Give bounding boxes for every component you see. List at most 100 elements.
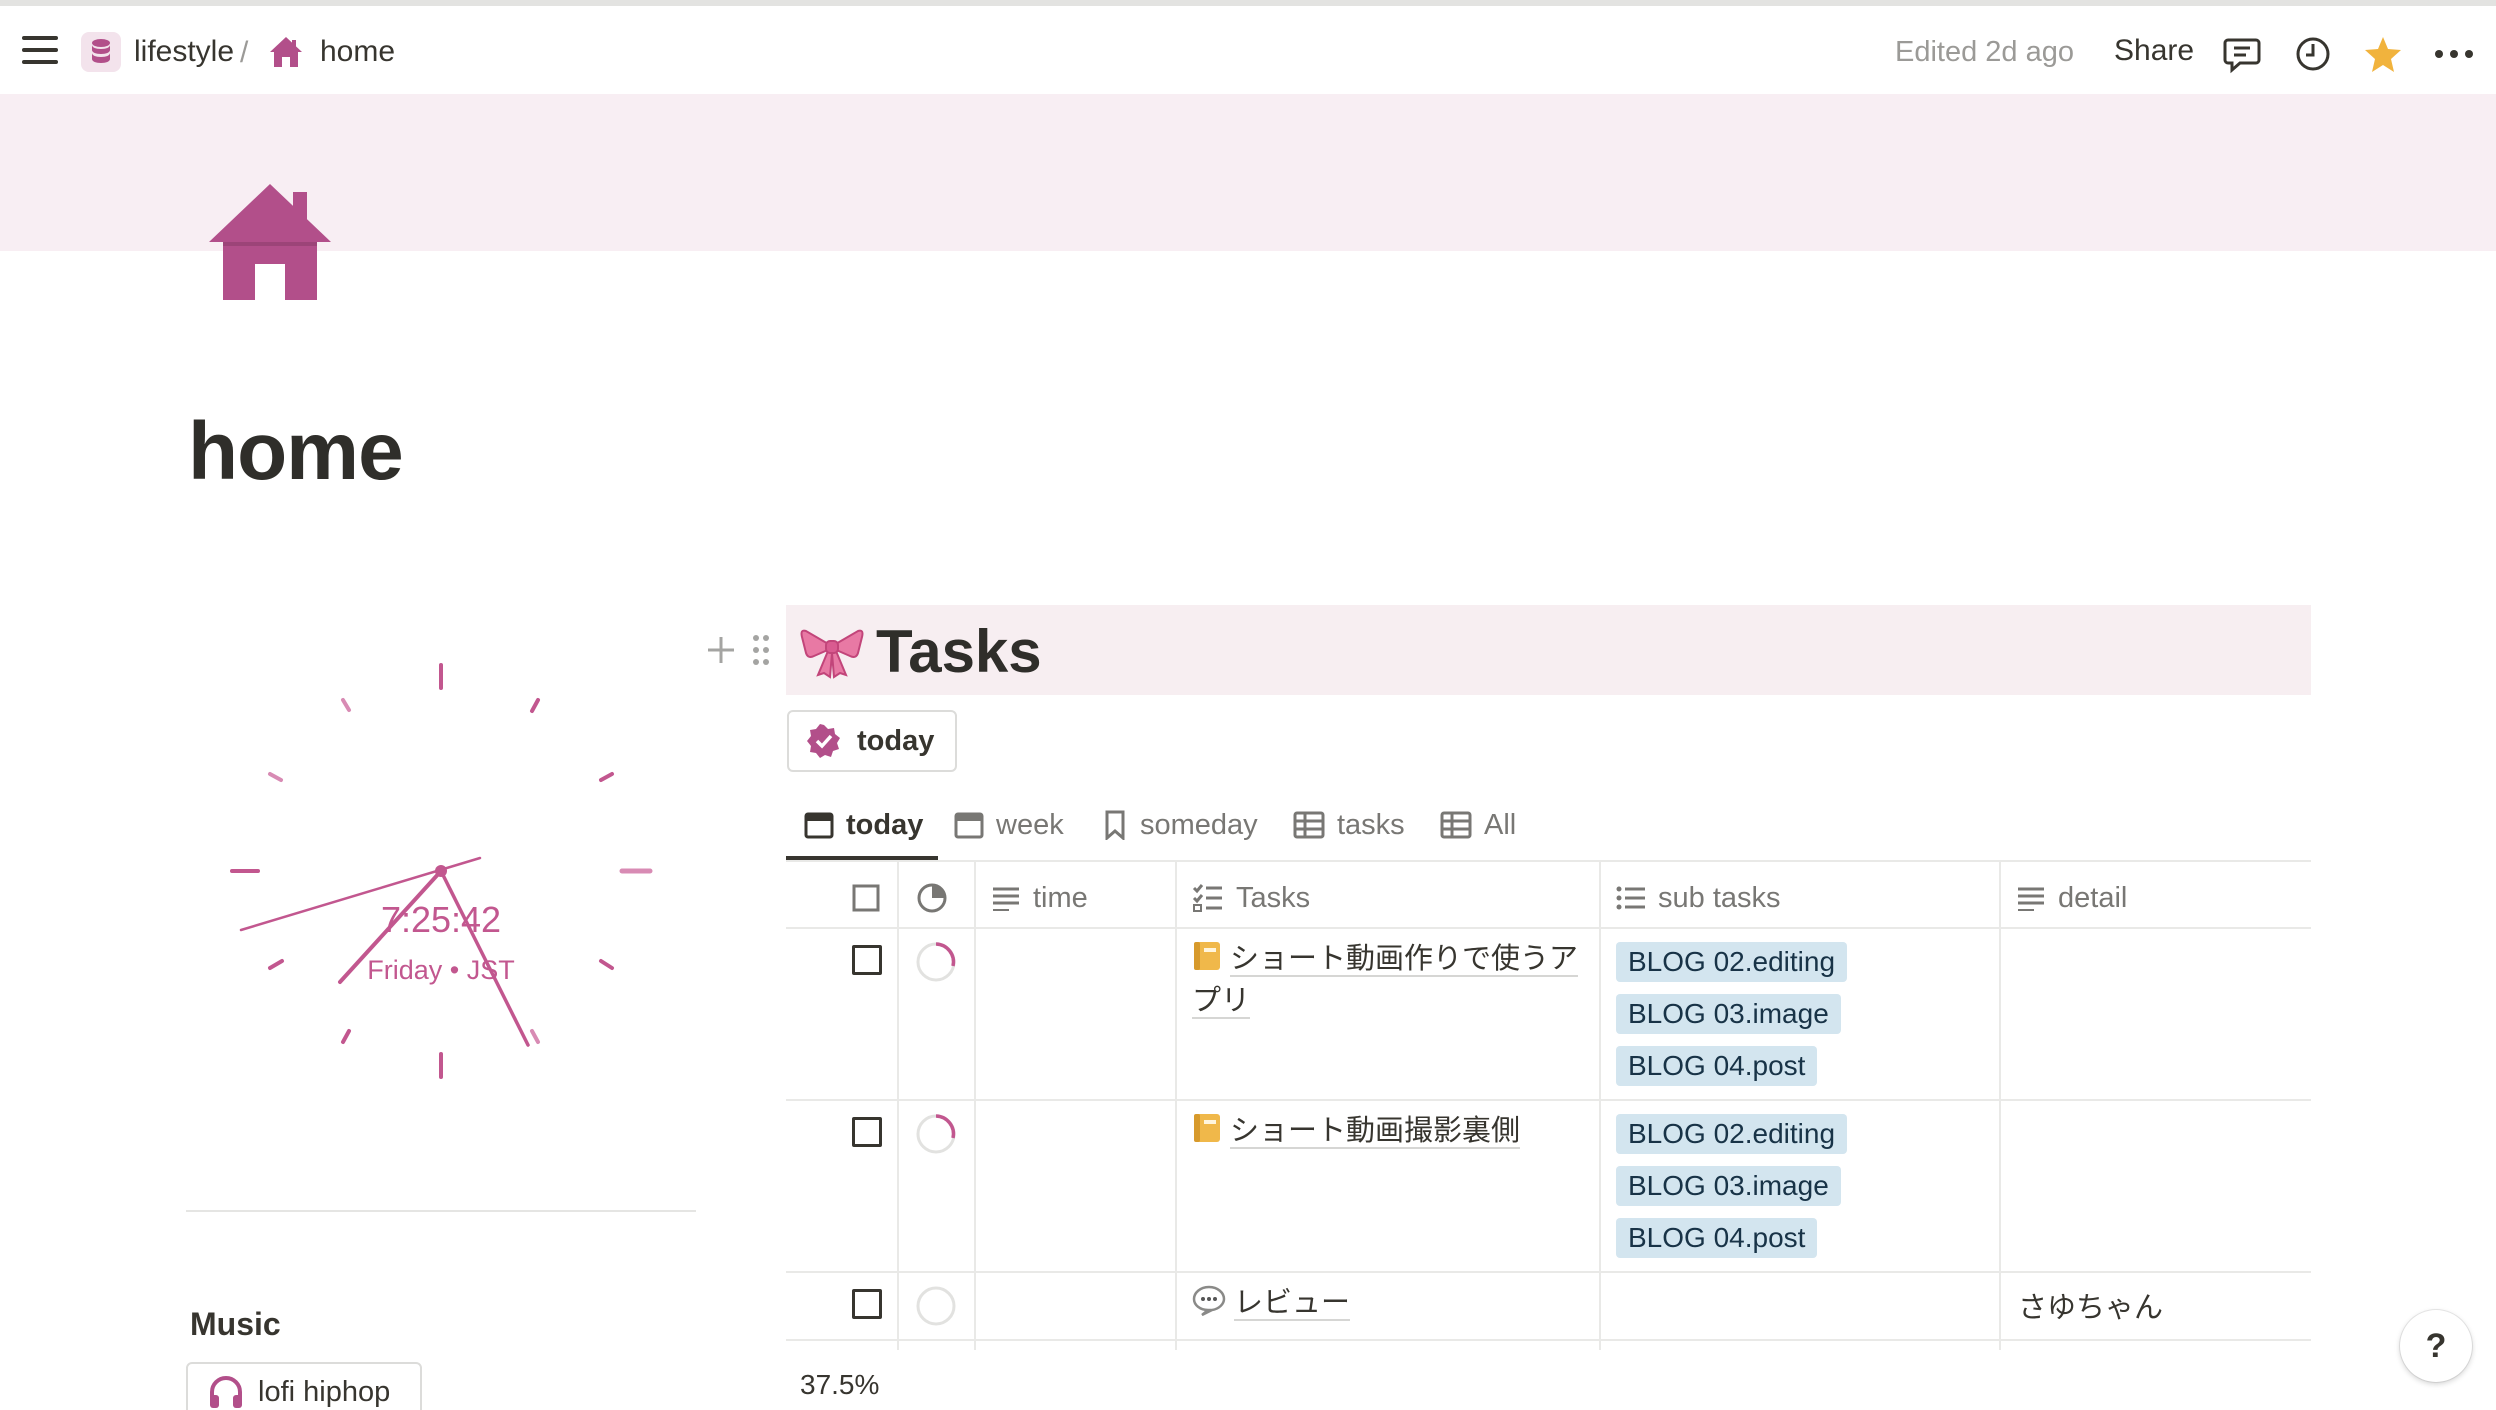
house-icon: [270, 37, 302, 67]
checklist-icon: [1192, 884, 1222, 912]
row-divider: [786, 927, 2311, 929]
task-checkbox[interactable]: [852, 945, 882, 975]
column-divider: [897, 862, 899, 1350]
sidebar-menu-icon[interactable]: [22, 36, 62, 66]
tab-label: tasks: [1337, 808, 1405, 841]
analog-clock-widget: 7:25:42 Friday • JST: [230, 663, 653, 1079]
list-icon: [1616, 886, 1645, 910]
header-tasks-column[interactable]: Tasks: [1192, 878, 1310, 918]
music-button[interactable]: lofi hiphop: [186, 1362, 422, 1410]
task-name-text: プリ: [1192, 985, 1251, 1019]
clock-hands: [239, 856, 530, 1047]
task-name-link[interactable]: ショート動画撮影裏側: [1192, 1110, 1592, 1152]
clock-day-zone: Friday • JST: [367, 955, 514, 985]
column-divider: [974, 862, 976, 1350]
calendar-icon: [954, 812, 984, 839]
detail-cell[interactable]: さゆちゃん: [2018, 1284, 2163, 1326]
today-filter-button[interactable]: today: [787, 710, 957, 772]
tab-today[interactable]: today: [804, 798, 923, 852]
column-divider: [1599, 862, 1601, 1350]
top-bar: lifestyle / home Edited 2d ago Share: [0, 6, 2496, 94]
text-lines-icon: [2018, 887, 2044, 911]
column-label: detail: [2058, 881, 2128, 914]
progress-ring-icon[interactable]: [914, 1112, 958, 1156]
tasks-title: Tasks: [876, 618, 1042, 685]
speech-bubble-icon: [1192, 1285, 1226, 1316]
clock-history-icon[interactable]: [2293, 34, 2333, 74]
column-divider: [1175, 862, 1177, 1350]
verified-badge-icon: [807, 724, 840, 758]
tasks-table: time Tasks sub tasks detail ショート動画作りで使うア…: [786, 862, 2311, 1350]
notebook-icon: [1194, 942, 1220, 970]
header-subtasks-column[interactable]: sub tasks: [1616, 878, 1781, 918]
calendar-icon: [804, 812, 834, 839]
subtask-chip[interactable]: BLOG 02.editing: [1616, 1114, 1848, 1154]
task-name-link[interactable]: レビュー: [1192, 1282, 1592, 1324]
subtask-chip[interactable]: BLOG 03.image: [1616, 994, 1841, 1034]
table-icon: [1440, 811, 1472, 839]
row-divider: [786, 1099, 2311, 1101]
progress-ring-icon[interactable]: [914, 1284, 958, 1328]
breadcrumb-label: lifestyle: [134, 35, 235, 68]
share-button[interactable]: Share: [2114, 34, 2194, 68]
column-label: time: [1033, 881, 1088, 914]
comments-icon[interactable]: [2222, 34, 2262, 74]
music-heading: Music: [190, 1306, 281, 1342]
column-label: sub tasks: [1658, 881, 1781, 914]
headphones-icon: [210, 1376, 242, 1408]
table-icon: [1293, 811, 1325, 839]
star-icon[interactable]: [2363, 34, 2403, 74]
header-checkbox-column[interactable]: [852, 878, 892, 918]
ribbon-bow-icon: [800, 629, 864, 679]
progress-summary: 37.5%: [800, 1369, 880, 1400]
header-detail-column[interactable]: detail: [2016, 878, 2127, 918]
notebook-icon: [1194, 1114, 1220, 1142]
more-icon[interactable]: [2432, 34, 2476, 74]
task-checkbox[interactable]: [852, 1117, 882, 1147]
tab-week[interactable]: week: [954, 798, 1064, 852]
column-divider: [1999, 862, 2001, 1350]
subtask-chip[interactable]: BLOG 04.post: [1616, 1046, 1818, 1086]
text-lines-icon: [993, 887, 1019, 911]
database-icon: [81, 32, 121, 72]
column-label: Tasks: [1236, 881, 1311, 914]
task-name-link[interactable]: ショート動画作りで使うアプリ: [1192, 938, 1592, 1022]
subtask-chip[interactable]: BLOG 02.editing: [1616, 942, 1848, 982]
page-title: home: [188, 406, 404, 497]
today-filter-label: today: [857, 724, 935, 757]
subtask-chip[interactable]: BLOG 04.post: [1616, 1218, 1818, 1258]
tab-label: All: [1484, 808, 1517, 841]
tab-tasks[interactable]: tasks: [1293, 798, 1405, 852]
block-drag-handle[interactable]: [706, 630, 776, 670]
row-divider: [786, 1339, 2311, 1341]
breadcrumb-separator: /: [240, 36, 249, 69]
house-icon[interactable]: [205, 180, 335, 305]
database-view-tabs: today week someday tasks All: [786, 790, 2311, 860]
breadcrumb-home[interactable]: home: [268, 28, 395, 76]
tab-label: week: [996, 808, 1064, 841]
row-divider: [786, 1271, 2311, 1273]
subtask-chip[interactable]: BLOG 03.image: [1616, 1166, 1841, 1206]
tab-all[interactable]: All: [1440, 798, 1516, 852]
tasks-heading-block: Tasks: [786, 605, 2311, 695]
progress-ring-icon[interactable]: [914, 940, 958, 984]
help-button[interactable]: ?: [2400, 1310, 2472, 1382]
tab-label: someday: [1140, 808, 1258, 841]
tab-label: today: [846, 808, 924, 841]
task-checkbox[interactable]: [852, 1289, 882, 1319]
breadcrumb-lifestyle[interactable]: lifestyle: [80, 28, 234, 76]
header-time-column[interactable]: time: [991, 878, 1088, 918]
header-status-column[interactable]: [916, 878, 960, 918]
task-name-text: レビュー: [1234, 1287, 1351, 1321]
breadcrumb-label: home: [320, 35, 396, 68]
task-name-text: ショート動画作りで使うア: [1230, 943, 1579, 977]
divider: [186, 1210, 696, 1212]
edited-timestamp: Edited 2d ago: [1895, 36, 2074, 68]
tab-someday[interactable]: someday: [1102, 798, 1258, 852]
clock-time: 7:25:42: [381, 899, 501, 940]
music-button-label: lofi hiphop: [258, 1375, 391, 1408]
bookmark-icon: [1105, 810, 1125, 840]
checkbox-icon: [852, 884, 880, 912]
page-cover: [0, 94, 2496, 251]
status-icon: [917, 883, 947, 913]
